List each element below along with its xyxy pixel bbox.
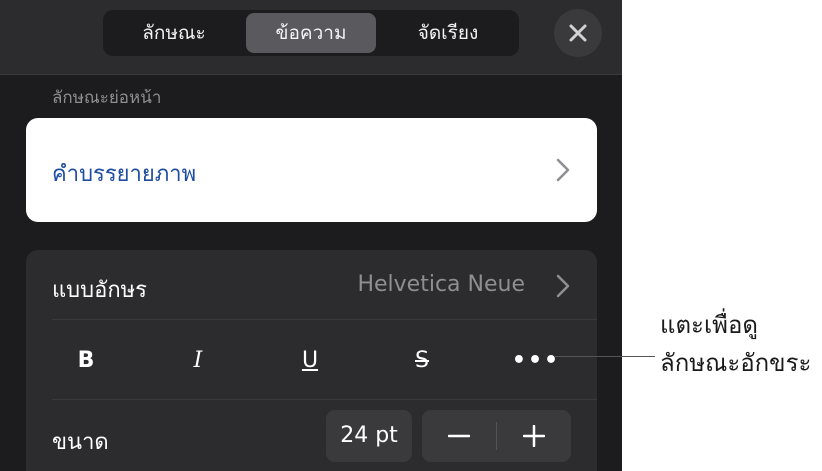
plus-icon (523, 425, 545, 447)
close-icon (569, 24, 587, 42)
more-character-styles-button[interactable]: ••• (506, 344, 566, 378)
callout-annotation: แตะเพื่อดู ลักษณะอักขระ (660, 306, 820, 382)
tab-text[interactable]: ข้อความ (246, 13, 376, 53)
callout-line (555, 356, 655, 357)
size-field[interactable]: 24 pt (326, 410, 412, 462)
italic-button[interactable]: I (168, 344, 228, 378)
text-format-panel: ลักษณะ ข้อความ จัดเรียง ลักษณะย่อหน้า คำ… (0, 0, 622, 471)
character-style-row: B I U S ••• (26, 320, 597, 400)
font-label: แบบอักษร (52, 278, 147, 303)
size-stepper (422, 410, 571, 462)
strikethrough-button[interactable]: S (392, 344, 452, 378)
callout-line-1: แตะเพื่อดู (660, 311, 758, 339)
chevron-right-icon (556, 158, 570, 182)
underline-button[interactable]: U (280, 344, 340, 378)
callout-line-2: ลักษณะอักขระ (660, 349, 812, 377)
font-row[interactable]: แบบอักษร Helvetica Neue (26, 250, 597, 320)
paragraph-style-value: คำบรรยายภาพ (52, 162, 197, 187)
format-tabs: ลักษณะ ข้อความ จัดเรียง (103, 10, 519, 56)
size-label: ขนาด (52, 430, 109, 455)
decrease-size-button[interactable] (422, 410, 496, 462)
increase-size-button[interactable] (497, 410, 571, 462)
chevron-right-icon (556, 274, 570, 298)
size-row: ขนาด 24 pt (26, 400, 597, 471)
bold-button[interactable]: B (56, 344, 116, 378)
tab-arrange[interactable]: จัดเรียง (380, 13, 516, 53)
tab-style[interactable]: ลักษณะ (106, 13, 242, 53)
top-bar: ลักษณะ ข้อความ จัดเรียง (0, 0, 622, 75)
font-settings-group: แบบอักษร Helvetica Neue B I U S ••• ขนาด… (26, 250, 597, 471)
minus-icon (448, 434, 470, 438)
close-button[interactable] (554, 9, 602, 57)
font-value: Helvetica Neue (357, 272, 525, 297)
paragraph-style-section-label: ลักษณะย่อหน้า (52, 88, 162, 108)
paragraph-style-row[interactable]: คำบรรยายภาพ (26, 118, 597, 222)
